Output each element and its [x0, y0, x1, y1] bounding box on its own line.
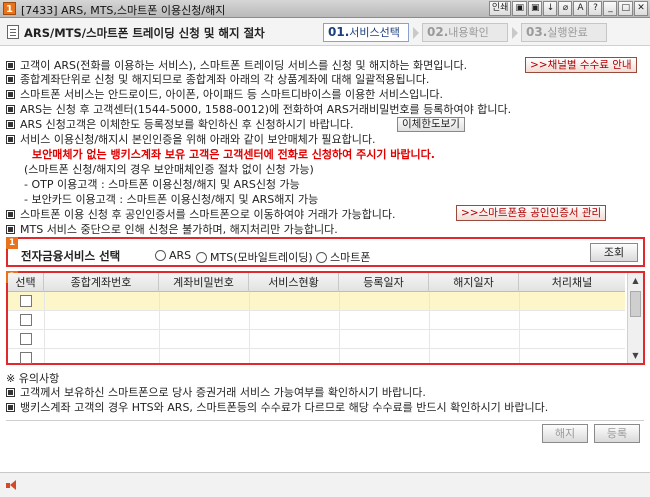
column-divider — [519, 292, 520, 363]
info-subline: - OTP 이용고객 : 스마트폰 이용신청/해지 및 ARS신청 가능 — [24, 178, 300, 191]
column-divider — [44, 292, 45, 363]
table-row[interactable] — [8, 311, 625, 330]
status-bar — [0, 472, 650, 497]
info-line: 스마트폰 서비스는 안드로이드, 아이폰, 아이패드 등 스마트디바이스를 이용… — [6, 87, 443, 102]
copy-icon[interactable]: ▣ — [527, 1, 543, 16]
info-line: 스마트폰 이용 신청 후 공인인증서를 스마트폰으로 이동하여야 거래가 가능합… — [6, 207, 396, 222]
step-number: 02. — [427, 25, 449, 39]
help-icon[interactable]: ? — [588, 1, 603, 16]
step-number: 01. — [328, 25, 350, 39]
step-label: 실행완료 — [547, 26, 588, 39]
table-row[interactable] — [8, 292, 625, 311]
page-title: ARS/MTS/스마트폰 트레이딩 신청 및 해지 절차 — [24, 26, 265, 40]
radio-mts[interactable]: MTS(모바일트레이딩) — [196, 249, 313, 265]
radio-circle-icon[interactable] — [155, 250, 166, 261]
print-button[interactable]: 인쇄 — [488, 1, 512, 16]
section-badge: 1 — [6, 237, 18, 249]
info-line: 고객이 ARS(전화를 이용하는 서비스), 스마트폰 트레이딩 서비스를 신청… — [6, 58, 467, 73]
register-button[interactable]: 등록 — [594, 424, 640, 443]
column-divider — [429, 292, 430, 363]
radio-circle-icon[interactable] — [316, 251, 327, 263]
table-row[interactable] — [8, 349, 625, 364]
window-titlebar: 1 [7433] ARS, MTS,스마트폰 이용신청/해지 인쇄 ▣ ▣ ↓ … — [0, 0, 650, 18]
notes-section: ※ 유의사항 고객께서 보유하신 스마트폰으로 당사 증권거래 서비스 가능여부… — [6, 370, 646, 414]
step-content-confirm: 02.내용확인 — [422, 23, 508, 42]
radio-circle-icon[interactable] — [196, 251, 207, 263]
info-line: MTS 서비스 중단으로 인해 신청은 불가하며, 해지처리만 가능합니다. — [6, 222, 338, 237]
info-line: ARS는 신청 후 고객센터(1544-5000, 1588-0012)에 전화… — [6, 102, 511, 117]
radio-smartphone[interactable]: 스마트폰 — [316, 249, 370, 265]
step-number: 03. — [526, 25, 548, 39]
scroll-down-icon[interactable]: ▼ — [628, 348, 643, 363]
cert-manage-button[interactable]: >>스마트폰용 공인인증서 관리 — [456, 205, 607, 221]
column-header: 종합계좌번호 — [44, 273, 159, 292]
service-select-label: 전자금융서비스 선택 — [21, 249, 121, 263]
close-button[interactable]: ✕ — [634, 1, 648, 16]
service-select-panel: 1 전자금융서비스 선택 ARS MTS(모바일트레이딩) 스마트폰 조회 — [6, 237, 645, 267]
bullet-icon — [6, 210, 15, 219]
fee-guide-button[interactable]: >>채널별 수수료 안내 — [525, 57, 637, 73]
info-line: 서비스 이용신청/해지시 본인인증을 위해 아래와 같이 보안매체가 필요합니다… — [6, 132, 376, 147]
row-checkbox[interactable] — [20, 295, 32, 307]
scroll-thumb[interactable] — [630, 291, 641, 317]
info-subline: (스마트폰 신청/해지의 경우 보안매체인증 절차 없이 신청 가능) — [24, 163, 314, 176]
info-subline: - 보안카드 이용고객 : 스마트폰 이용신청/해지 및 ARS해지 가능 — [24, 193, 319, 206]
column-header: 선택 — [8, 273, 44, 292]
maximize-button[interactable]: □ — [618, 1, 633, 16]
window-number-badge: 1 — [3, 2, 16, 15]
row-checkbox[interactable] — [20, 333, 32, 345]
document-icon — [7, 25, 19, 39]
minimize-button[interactable]: _ — [603, 1, 618, 16]
bullet-icon — [6, 90, 15, 99]
scroll-up-icon[interactable]: ▲ — [628, 273, 643, 288]
row-checkbox[interactable] — [20, 352, 32, 364]
column-divider — [159, 292, 160, 363]
column-header: 서비스현황 — [249, 273, 339, 292]
step-service-select: 01.서비스선택 — [323, 23, 409, 42]
grid-header: 선택 종합계좌번호 계좌비밀번호 서비스현황 등록일자 해지일자 처리채널 — [8, 273, 625, 292]
font-size-icon[interactable]: A — [573, 1, 588, 16]
link-icon[interactable]: ▣ — [512, 1, 527, 16]
query-button[interactable]: 조회 — [590, 243, 638, 262]
column-header: 해지일자 — [429, 273, 519, 292]
warning-text: 보안매체가 없는 뱅키스계좌 보유 고객은 고객센터에 전화로 신청하여 주시기… — [32, 148, 435, 161]
info-line: ARS 신청고객은 이체한도 등록정보를 확인하신 후 신청하시기 바랍니다. — [6, 117, 353, 132]
window-title: [7433] ARS, MTS,스마트폰 이용신청/해지 — [21, 4, 226, 17]
bullet-icon — [6, 225, 15, 234]
note-item: 고객께서 보유하신 스마트폰으로 당사 증권거래 서비스 가능여부를 확인하시기… — [6, 385, 426, 400]
download-icon[interactable]: ↓ — [543, 1, 558, 16]
bullet-icon — [6, 61, 15, 70]
bullet-icon — [6, 75, 15, 84]
step-arrow-icon — [512, 27, 518, 39]
info-line: 종합계좌단위로 신청 및 해지되므로 종합계좌 아래의 각 상품계좌에 대해 일… — [6, 72, 429, 87]
column-header: 등록일자 — [339, 273, 429, 292]
bullet-icon — [6, 105, 15, 114]
step-arrow-icon — [413, 27, 419, 39]
note-item: 뱅키스계좌 고객의 경우 HTS와 ARS, 스마트폰등의 수수료가 다르므로 … — [6, 400, 548, 415]
row-checkbox[interactable] — [20, 314, 32, 326]
column-divider — [339, 292, 340, 363]
step-label: 내용확인 — [448, 26, 489, 39]
column-header: 처리채널 — [551, 276, 593, 289]
transfer-limit-button[interactable]: 이체한도보기 — [397, 117, 465, 132]
step-label: 서비스선택 — [349, 26, 400, 39]
cancel-service-button[interactable]: 해지 — [542, 424, 588, 443]
bullet-icon — [6, 403, 15, 412]
radio-ars[interactable]: ARS — [155, 249, 191, 262]
account-grid-panel: 2 선택 종합계좌번호 계좌비밀번호 서비스현황 등록일자 해지일자 처리채널 … — [6, 271, 645, 365]
column-header: 계좌비밀번호 — [159, 273, 249, 292]
procedure-header: ARS/MTS/스마트폰 트레이딩 신청 및 해지 절차 01.서비스선택 02… — [0, 18, 650, 46]
bullet-icon — [6, 388, 15, 397]
window-controls: 인쇄 ▣ ▣ ↓ ⌀ A ? _ □ ✕ — [488, 1, 648, 16]
table-row[interactable] — [8, 330, 625, 349]
notes-title: ※ 유의사항 — [6, 372, 60, 385]
bullet-icon — [6, 120, 15, 129]
bullet-icon — [6, 135, 15, 144]
divider — [6, 420, 644, 421]
grid-scrollbar[interactable]: ▲ ▼ — [627, 273, 643, 363]
speaker-icon[interactable] — [6, 480, 18, 491]
column-divider — [249, 292, 250, 363]
step-execution-complete: 03.실행완료 — [521, 23, 607, 42]
pin-icon[interactable]: ⌀ — [558, 1, 573, 16]
